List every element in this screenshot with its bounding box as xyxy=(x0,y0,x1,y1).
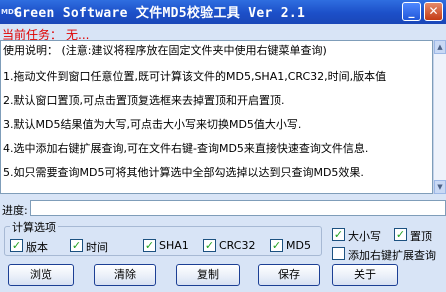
progress-label: 进度: xyxy=(2,204,28,217)
instruction-item: 1.拖动文件到窗口任意位置,既可计算该文件的MD5,SHA1,CRC32,时间,… xyxy=(3,70,387,83)
checkbox-uppercase-label: 大小写 xyxy=(348,230,381,243)
checkbox-sha1-box[interactable]: ✓ xyxy=(143,239,156,252)
checkbox-time-label: 时间 xyxy=(86,241,108,254)
app-icon: MD5 xyxy=(1,8,19,16)
checkbox-crc32-label: CRC32 xyxy=(219,239,256,252)
scroll-down-arrow-icon[interactable]: ▼ xyxy=(434,180,446,194)
about-button[interactable]: 关于 xyxy=(332,264,398,286)
window-title: Green Software 文件MD5校验工具 Ver 2.1 xyxy=(14,6,306,21)
instruction-item: 5.如只需要查询MD5可将其他计算选中全部勾选掉以达到只查询MD5效果. xyxy=(3,166,364,179)
checkbox-md5-label: MD5 xyxy=(286,239,311,252)
checkbox-version-label: 版本 xyxy=(26,241,48,254)
minimize-button[interactable]: _ xyxy=(402,2,421,21)
checkbox-context-menu-label: 添加右键扩展查询 xyxy=(348,249,436,262)
checkbox-uppercase-box[interactable]: ✓ xyxy=(332,228,345,241)
checkbox-version-box[interactable]: ✓ xyxy=(10,239,23,252)
checkbox-sha1-label: SHA1 xyxy=(159,239,189,252)
instructions-panel[interactable]: 使用说明： (注意:建议将程序放在固定文件夹中使用右键菜单查询) 1.拖动文件到… xyxy=(0,40,433,194)
checkbox-always-on-top-box[interactable]: ✓ xyxy=(394,228,407,241)
checkbox-md5-box[interactable]: ✓ xyxy=(270,239,283,252)
vertical-scrollbar[interactable]: ▲ ▼ xyxy=(433,40,446,194)
close-button[interactable]: ✕ xyxy=(424,2,443,21)
checkbox-crc32-box[interactable]: ✓ xyxy=(203,239,216,252)
progress-bar xyxy=(30,200,446,216)
options-group-title: 计算选项 xyxy=(10,219,58,235)
save-button[interactable]: 保存 xyxy=(258,264,320,286)
checkbox-context-menu-box[interactable] xyxy=(332,247,345,260)
title-bar: MD5 Green Software 文件MD5校验工具 Ver 2.1 _ ✕ xyxy=(0,0,446,24)
checkbox-time-box[interactable]: ✓ xyxy=(70,239,83,252)
browse-button[interactable]: 浏览 xyxy=(8,264,74,286)
instructions-heading: 使用说明： (注意:建议将程序放在固定文件夹中使用右键菜单查询) xyxy=(3,44,327,57)
clear-button[interactable]: 清除 xyxy=(94,264,156,286)
instruction-item: 2.默认窗口置顶,可点击置顶复选框来去掉置顶和开启置顶. xyxy=(3,94,285,107)
instruction-item: 4.选中添加右键扩展查询,可在文件右键-查询MD5来直接快速查询文件信息. xyxy=(3,142,369,155)
copy-button[interactable]: 复制 xyxy=(176,264,240,286)
instruction-item: 3.默认MD5结果值为大写,可点击大小写来切换MD5值大小写. xyxy=(3,118,302,131)
checkbox-always-on-top-label: 置顶 xyxy=(410,230,432,243)
scroll-up-arrow-icon[interactable]: ▲ xyxy=(434,40,446,54)
